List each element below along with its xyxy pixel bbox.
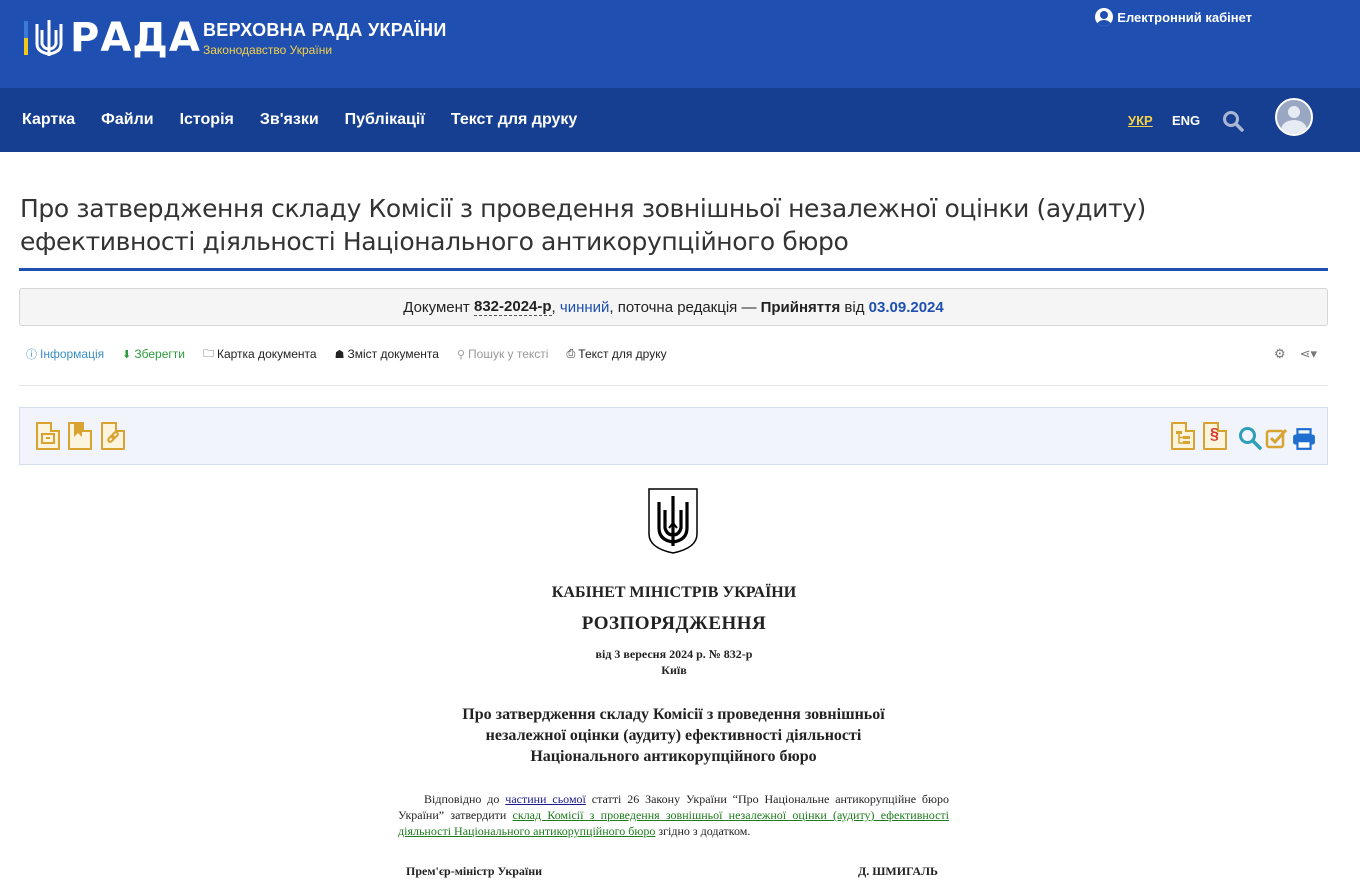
archive-doc-icon[interactable] — [36, 422, 60, 450]
heading-line: незалежної оцінки (аудиту) ефективності … — [485, 727, 862, 744]
folder-icon: 🗀 — [202, 347, 214, 360]
nav-item-links[interactable]: Зв'язки — [260, 111, 319, 129]
flag-stripe — [24, 21, 28, 55]
link-doc-icon[interactable] — [101, 422, 125, 450]
text-search-label: Пошук у тексті — [468, 347, 549, 361]
document-date-line: від 3 вересня 2024 р. № 832-р — [595, 647, 753, 661]
title-divider — [19, 268, 1328, 271]
avatar[interactable] — [1275, 98, 1313, 136]
info-circle-icon: ⓘ — [26, 349, 37, 361]
nav-item-print-text[interactable]: Текст для друку — [451, 111, 577, 129]
print-link[interactable]: ⎙ Текст для друку — [566, 347, 666, 361]
print-icon: ⎙ — [566, 347, 576, 360]
lang-eng[interactable]: ENG — [1172, 113, 1200, 128]
site-title-block[interactable]: ВЕРХОВНА РАДА УКРАЇНИ Законодавство Укра… — [203, 20, 447, 57]
search-icon: ⚲ — [456, 348, 466, 361]
nav-menu: Картка Файли Історія Зв'язки Публікації … — [22, 88, 603, 152]
bookmark-doc-icon[interactable] — [68, 422, 92, 450]
status-comma: , — [551, 298, 560, 316]
main-nav: Картка Файли Історія Зв'язки Публікації … — [0, 88, 1360, 152]
site-subtitle: Законодавство України — [203, 43, 333, 57]
paragraph-text: Відповідно до — [424, 792, 506, 806]
heading-line: Національного антикорупційного бюро — [530, 748, 817, 765]
document-toolbar: § — [19, 407, 1328, 465]
document-heading: Про затвердження складу Комісії з провед… — [398, 704, 949, 767]
document-paragraph: Відповідно до частини сьомої статті 26 З… — [398, 791, 949, 839]
card-link[interactable]: 🗀 Картка документа — [203, 345, 317, 364]
site-logo[interactable]: РАДА — [24, 18, 201, 58]
nav-item-card[interactable]: Картка — [22, 111, 75, 129]
coat-of-arms-icon — [648, 488, 698, 554]
info-label: Інформація — [40, 347, 105, 361]
checkbox-icon[interactable] — [1265, 424, 1289, 452]
nav-item-history[interactable]: Історія — [180, 111, 234, 129]
print-label: Текст для друку — [578, 347, 667, 361]
article-part-link[interactable]: частини сьомої — [505, 792, 586, 806]
page-title: Про затвердження складу Комісії з провед… — [20, 194, 1146, 256]
sitemap-icon: ☗ — [334, 348, 345, 361]
save-label: Зберегти — [134, 347, 185, 361]
site-header: РАДА ВЕРХОВНА РАДА УКРАЇНИ Законодавство… — [0, 0, 1360, 88]
document-kind: РОЗПОРЯДЖЕННЯ — [581, 613, 767, 634]
status-state[interactable]: чинний — [560, 299, 610, 316]
user-circle-icon — [1095, 8, 1114, 26]
paragraph-text: згідно з додатком. — [655, 824, 751, 838]
status-prefix: Документ — [403, 298, 474, 316]
status-date[interactable]: 03.09.2024 — [869, 299, 944, 316]
nav-item-files[interactable]: Файли — [101, 111, 153, 129]
document-actions: ⓘ Інформація ⬇ Зберегти 🗀 Картка докумен… — [26, 345, 685, 363]
structure-doc-icon[interactable] — [1171, 422, 1195, 450]
status-from: від — [840, 298, 869, 316]
document-number[interactable]: 832-2024-р — [473, 298, 552, 316]
paragraph-doc-icon[interactable]: § — [1203, 422, 1227, 450]
magnifier-icon[interactable] — [1238, 424, 1262, 452]
contents-link[interactable]: ☗ Зміст документа — [335, 347, 439, 361]
divider — [19, 385, 1328, 386]
save-link[interactable]: ⬇ Зберегти — [122, 347, 185, 361]
site-title: ВЕРХОВНА РАДА УКРАЇНИ — [203, 20, 447, 40]
share-icon[interactable]: ⋖▾ — [1300, 346, 1317, 362]
heading-line: Про затвердження складу Комісії з провед… — [462, 706, 885, 723]
contents-label: Зміст документа — [347, 347, 439, 361]
card-label: Картка документа — [216, 347, 317, 361]
status-middle: , поточна редакція — — [609, 298, 761, 316]
lang-ukr[interactable]: УКР — [1128, 113, 1153, 128]
electronic-cabinet-link[interactable]: Електронний кабінет — [1095, 8, 1252, 26]
logo-wordmark: РАДА — [70, 15, 201, 61]
signatory-name: Д. ШМИГАЛЬ — [858, 864, 938, 878]
status-adopted: Прийняття — [760, 298, 841, 316]
signatory-position: Прем'єр-міністр України — [406, 864, 543, 878]
cabinet-label: Електронний кабінет — [1117, 9, 1252, 25]
document-status-bar: Документ 832-2024-р , чинний , поточна р… — [19, 288, 1328, 326]
info-link[interactable]: ⓘ Інформація — [26, 346, 104, 362]
document-city: Київ — [661, 663, 687, 677]
download-icon: ⬇ — [122, 348, 132, 361]
trident-icon — [35, 20, 63, 56]
extra-actions: ⚙ ⋖▾ — [1274, 346, 1317, 362]
printer-icon[interactable] — [1292, 425, 1316, 453]
search-icon[interactable] — [1222, 110, 1244, 132]
nav-item-publications[interactable]: Публікації — [345, 111, 425, 129]
text-search-link[interactable]: ⚲ Пошук у тексті — [457, 347, 549, 361]
issuer-name: КАБІНЕТ МІНІСТРІВ УКРАЇНИ — [551, 584, 797, 601]
settings-icon[interactable]: ⚙ — [1274, 346, 1286, 362]
